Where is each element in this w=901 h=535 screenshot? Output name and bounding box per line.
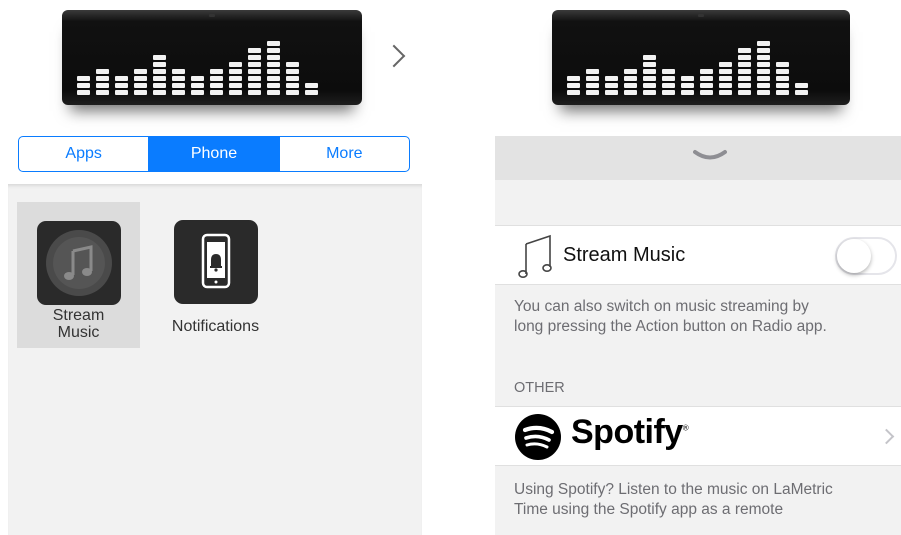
app-label: Notifications xyxy=(171,318,260,335)
app-icon-tile xyxy=(173,220,258,304)
left-screen: Apps Phone More Stream Music Notificatio… xyxy=(0,0,430,535)
tab-apps[interactable]: Apps xyxy=(19,137,150,171)
chevron-right-icon[interactable] xyxy=(382,44,406,68)
trademark: ® xyxy=(682,423,689,433)
app-label-line1: Stream xyxy=(52,307,105,324)
stream-music-label: Stream Music xyxy=(563,244,686,266)
music-note-outline-icon xyxy=(518,234,552,278)
app-notifications[interactable]: Notifications xyxy=(158,220,273,336)
lametric-device-preview xyxy=(552,10,850,105)
segmented-control: Apps Phone More xyxy=(18,136,410,172)
app-label-line2: Music xyxy=(57,324,100,341)
chevron-right-icon xyxy=(878,428,895,445)
stream-music-description: You can also switch on music streaming b… xyxy=(514,297,827,337)
section-header-other: OTHER xyxy=(514,380,565,396)
spotify-wordmark: Spotify® xyxy=(571,413,689,452)
app-stream-music[interactable]: Stream Music xyxy=(17,202,140,348)
app-icon-tile xyxy=(36,221,121,305)
chevron-down-icon[interactable] xyxy=(693,149,727,165)
spotify-logo-icon xyxy=(515,414,561,460)
desc-line: Time using the Spotify app as a remote xyxy=(514,501,784,518)
desc-line: Using Spotify? Listen to the music on La… xyxy=(514,481,833,498)
device-sensor xyxy=(698,14,704,17)
stream-music-row: Stream Music xyxy=(495,225,901,285)
spotify-description: Using Spotify? Listen to the music on La… xyxy=(514,480,833,520)
apps-grid: Stream Music Notifications xyxy=(8,184,422,535)
stream-music-toggle[interactable] xyxy=(835,237,897,275)
phone-bell-icon xyxy=(201,233,230,289)
led-equalizer xyxy=(562,24,840,95)
spotify-label: Spotify xyxy=(571,413,683,451)
device-sensor xyxy=(209,14,215,17)
lametric-device-preview xyxy=(62,10,362,105)
toggle-knob xyxy=(837,239,871,273)
tab-phone[interactable]: Phone xyxy=(149,137,280,171)
tab-more[interactable]: More xyxy=(280,137,409,171)
desc-line: You can also switch on music streaming b… xyxy=(514,298,809,315)
right-screen: Stream Music You can also switch on musi… xyxy=(487,0,901,535)
led-equalizer xyxy=(72,24,352,95)
desc-line: long pressing the Action button on Radio… xyxy=(514,318,827,335)
music-note-icon xyxy=(45,230,112,296)
tray-collapse-handle[interactable] xyxy=(495,136,901,180)
spotify-row[interactable]: Spotify® xyxy=(495,406,901,466)
